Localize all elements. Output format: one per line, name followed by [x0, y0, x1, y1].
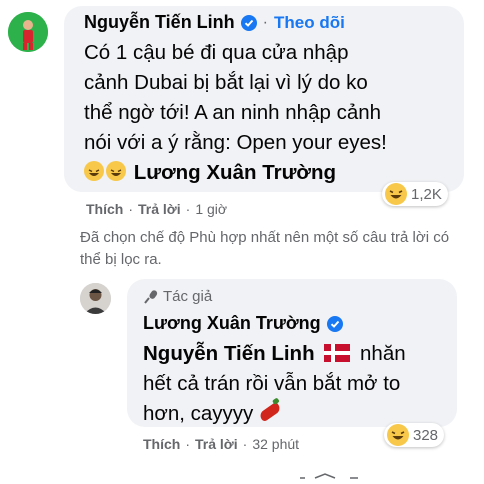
mention-link[interactable]: Lương Xuân Trường: [134, 161, 336, 184]
comment-timestamp[interactable]: 1 giờ: [195, 201, 227, 217]
separator-dot: ·: [242, 436, 248, 452]
truncated-next-item: [300, 466, 360, 479]
reaction-count: 328: [413, 426, 439, 444]
verified-badge-icon: [326, 315, 343, 332]
reaction-summary[interactable]: 1,2K: [382, 182, 448, 206]
follow-button[interactable]: Theo dõi: [274, 13, 345, 33]
like-button[interactable]: Thích: [86, 201, 123, 217]
comment-header: Nguyễn Tiến Linh · Theo dõi: [84, 12, 345, 33]
separator-dot: ·: [185, 201, 191, 217]
separator-dot: ·: [262, 13, 268, 31]
reply-first-line: Nguyễn Tiến Linh nhăn: [143, 339, 453, 369]
reaction-summary[interactable]: 328: [384, 423, 445, 447]
reply-button[interactable]: Trả lời: [138, 201, 181, 217]
author-badge-label: Tác giả: [163, 288, 213, 305]
haha-emoji-icon: [385, 183, 407, 205]
comment-actions: Thích · Trả lời · 1 giờ: [86, 201, 227, 217]
laughing-emoji-icon: [106, 161, 126, 181]
reply-actions: Thích · Trả lời · 32 phút: [143, 436, 299, 452]
verified-badge-icon: [240, 14, 257, 31]
reply-timestamp[interactable]: 32 phút: [252, 436, 299, 452]
comment-line: thể ngờ tới! A an ninh nhập cảnh: [84, 101, 382, 124]
avatar-nguyen-tien-linh[interactable]: [8, 12, 48, 52]
separator-dot: ·: [128, 201, 134, 217]
microphone-icon: [144, 289, 158, 304]
denmark-flag-icon: [324, 344, 351, 362]
reply-header: Lương Xuân Trường: [143, 313, 343, 334]
comment-line: nói với a ý rằng: Open your eyes!: [84, 131, 387, 154]
comment-line: Có 1 cậu bé đi qua cửa nhập: [84, 41, 349, 64]
reaction-count: 1,2K: [411, 185, 442, 203]
filter-note: Đã chọn chế độ Phù hợp nhất nên một số c…: [80, 229, 450, 268]
comment-author-name[interactable]: Nguyễn Tiến Linh: [84, 12, 235, 33]
like-button[interactable]: Thích: [143, 436, 180, 452]
laughing-emoji-icon: [84, 161, 104, 181]
comment-body: Có 1 cậu bé đi qua cửa nhập cảnh Dubai b…: [84, 38, 454, 188]
separator-dot: ·: [185, 436, 191, 452]
reply-line: hết cả trán rồi vẫn bắt mở to: [143, 372, 401, 395]
reply-button[interactable]: Trả lời: [195, 436, 238, 452]
chili-pepper-icon: [258, 401, 283, 423]
reply-line: hơn, cayyyy: [143, 402, 254, 425]
author-badge: Tác giả: [143, 288, 212, 305]
avatar-luong-xuan-truong[interactable]: [80, 283, 111, 314]
reply-text: nhăn: [360, 342, 406, 365]
reply-author-name[interactable]: Lương Xuân Trường: [143, 313, 321, 334]
comment-line: cảnh Dubai bị bắt lại vì lý do ko: [84, 71, 368, 94]
haha-emoji-icon: [387, 424, 409, 446]
reply-body: Nguyễn Tiến Linh nhăn hết cả trán rồi vẫ…: [143, 339, 453, 429]
mention-link[interactable]: Nguyễn Tiến Linh: [143, 342, 315, 365]
